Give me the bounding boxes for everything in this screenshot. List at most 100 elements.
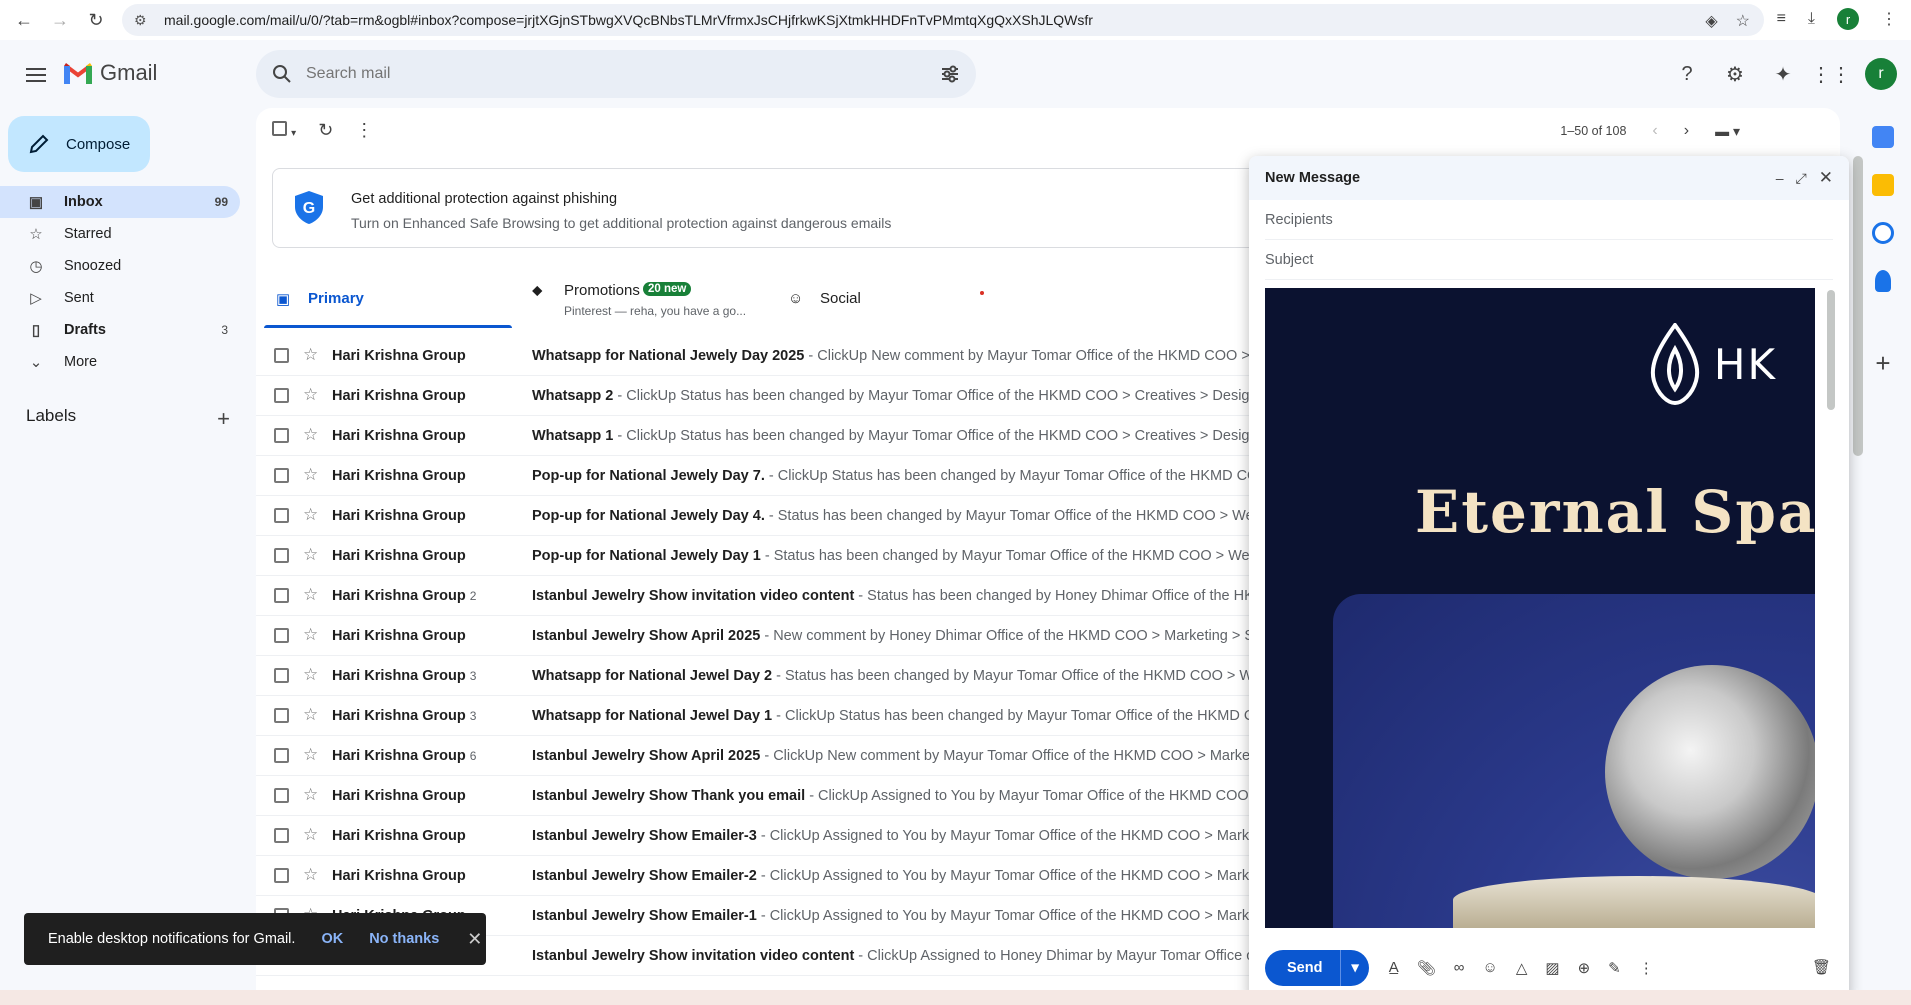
email-row[interactable]: ☆ Hari Krishna Group 2 Istanbul Jewelry Sho… xyxy=(256,576,1322,616)
star-icon[interactable]: ☆ xyxy=(303,785,318,805)
row-checkbox[interactable] xyxy=(274,508,289,523)
address-bar[interactable]: ⚙ mail.google.com/mail/u/0/?tab=rm&ogbl#… xyxy=(122,4,1764,36)
email-row[interactable]: ☆ Hari Krishna Group 6 Istanbul Jewelry Sho… xyxy=(256,736,1322,776)
reload-icon[interactable]: ↻ xyxy=(84,8,108,32)
row-checkbox[interactable] xyxy=(274,748,289,763)
compose-header[interactable]: New Message – ⤢ ✕ xyxy=(1249,156,1849,200)
confidential-lock-icon[interactable]: ⊕ xyxy=(1578,959,1591,977)
calendar-icon[interactable] xyxy=(1872,126,1894,148)
input-tools-icon[interactable]: ▬ ▾ xyxy=(1715,123,1740,140)
email-row[interactable]: ☆ Hari Krishna Group Pop-up for National J… xyxy=(256,536,1322,576)
email-row[interactable]: ☆ Hari Krishna Group Pop-up for National J… xyxy=(256,496,1322,536)
email-row[interactable]: ☆ Hari Krishna Group Istanbul Jewelry Show… xyxy=(256,616,1322,656)
email-row[interactable]: ☆ Hari Krishna Group Pop-up for National J… xyxy=(256,456,1322,496)
sidebar-item-sent[interactable]: ▷ Sent xyxy=(0,282,240,314)
row-checkbox[interactable] xyxy=(274,708,289,723)
search-input[interactable] xyxy=(306,65,886,83)
email-row[interactable]: ☆ Hari Krishna Group 3 Whatsapp for Nationa… xyxy=(256,696,1322,736)
settings-gear-icon[interactable]: ⚙ xyxy=(1721,60,1749,88)
main-scrollbar[interactable] xyxy=(1853,156,1863,456)
star-icon[interactable]: ☆ xyxy=(303,465,318,485)
fullscreen-icon[interactable]: ⤢ xyxy=(1796,170,1807,187)
gmail-logo[interactable]: Gmail xyxy=(64,60,157,86)
star-icon[interactable]: ☆ xyxy=(303,665,318,685)
tab-promotions[interactable]: ⬥ Promotions 20 new Pinterest — reha, yo… xyxy=(512,268,768,328)
add-addon-icon[interactable]: + xyxy=(1875,348,1890,379)
toast-ok-button[interactable]: OK xyxy=(321,931,343,947)
email-row[interactable]: ☆ Hari Krishna Group Istanbul Jewelry Show… xyxy=(256,776,1322,816)
more-actions-icon[interactable]: ⋮ xyxy=(355,120,373,141)
row-checkbox[interactable] xyxy=(274,628,289,643)
select-all-checkbox[interactable]: ▾ xyxy=(272,121,296,140)
star-icon[interactable]: ☆ xyxy=(303,825,318,845)
forward-icon[interactable]: → xyxy=(48,8,72,32)
sidebar-item-drafts[interactable]: ▯ Drafts 3 xyxy=(0,314,240,346)
search-options-icon[interactable] xyxy=(940,64,960,84)
row-checkbox[interactable] xyxy=(274,428,289,443)
recipients-input[interactable] xyxy=(1265,211,1833,228)
star-icon[interactable]: ☆ xyxy=(303,345,318,365)
bookmark-star-icon[interactable]: ☆ xyxy=(1736,11,1750,31)
star-icon[interactable]: ☆ xyxy=(303,505,318,525)
close-icon[interactable]: ✕ xyxy=(467,929,482,950)
compose-button[interactable]: Compose xyxy=(8,116,150,172)
star-icon[interactable]: ☆ xyxy=(303,385,318,405)
photo-icon[interactable]: ▨ xyxy=(1545,959,1559,977)
close-icon[interactable]: ✕ xyxy=(1819,168,1833,188)
next-page-icon[interactable]: › xyxy=(1684,122,1689,140)
email-row[interactable]: ☆ Hari Krishna Group Whatsapp 1 - ClickUp … xyxy=(256,416,1322,456)
sidebar-item-more[interactable]: ⌄ More xyxy=(0,346,240,378)
subject-input[interactable] xyxy=(1265,251,1833,268)
email-row[interactable]: ☆ Hari Krishna Group Whatsapp for National… xyxy=(256,336,1322,376)
sidebar-item-inbox[interactable]: ▣ Inbox 99 xyxy=(0,186,240,218)
tasks-icon[interactable] xyxy=(1872,222,1894,244)
star-icon[interactable]: ☆ xyxy=(303,865,318,885)
search-icon[interactable] xyxy=(272,64,292,84)
help-icon[interactable]: ? xyxy=(1673,60,1701,88)
password-key-icon[interactable]: ◈ xyxy=(1705,11,1717,31)
url-text[interactable]: mail.google.com/mail/u/0/?tab=rm&ogbl#in… xyxy=(164,12,1093,28)
account-avatar[interactable]: r xyxy=(1865,58,1897,90)
row-checkbox[interactable] xyxy=(274,668,289,683)
row-checkbox[interactable] xyxy=(274,388,289,403)
keep-icon[interactable] xyxy=(1872,174,1894,196)
browser-profile-avatar[interactable]: r xyxy=(1837,8,1859,30)
row-checkbox[interactable] xyxy=(274,868,289,883)
drive-icon[interactable]: △ xyxy=(1516,959,1528,977)
add-label-icon[interactable]: + xyxy=(217,406,230,432)
compose-scrollbar[interactable] xyxy=(1827,290,1835,930)
tab-search-icon[interactable]: ≡ xyxy=(1777,10,1786,28)
download-icon[interactable]: ⤓ xyxy=(1808,10,1815,28)
star-icon[interactable]: ☆ xyxy=(303,425,318,445)
prev-page-icon[interactable]: ‹ xyxy=(1652,122,1657,140)
site-info-icon[interactable]: ⚙ xyxy=(134,12,154,29)
row-checkbox[interactable] xyxy=(274,828,289,843)
tab-primary[interactable]: ▣ Primary xyxy=(256,268,512,328)
refresh-icon[interactable]: ↻ xyxy=(318,120,333,141)
main-menu-icon[interactable] xyxy=(24,64,48,88)
sidebar-item-snoozed[interactable]: ◷ Snoozed xyxy=(0,250,240,282)
row-checkbox[interactable] xyxy=(274,788,289,803)
row-checkbox[interactable] xyxy=(274,548,289,563)
email-row[interactable]: ☆ Hari Krishna Group Whatsapp 2 - ClickUp … xyxy=(256,376,1322,416)
email-row[interactable]: ☆ Hari Krishna Group Istanbul Jewelry Show… xyxy=(256,816,1322,856)
send-button[interactable]: Send ▾ xyxy=(1265,950,1369,986)
star-icon[interactable]: ☆ xyxy=(303,625,318,645)
sidebar-item-starred[interactable]: ☆ Starred xyxy=(0,218,240,250)
browser-menu-icon[interactable]: ⋮ xyxy=(1881,9,1897,29)
attach-icon[interactable]: 📎︎ xyxy=(1417,959,1436,977)
row-checkbox[interactable] xyxy=(274,588,289,603)
formatting-icon[interactable]: A̲ xyxy=(1389,959,1399,977)
more-options-icon[interactable]: ⋮ xyxy=(1639,959,1654,977)
phishing-protection-banner[interactable]: G Get additional protection against phis… xyxy=(272,168,1312,248)
row-checkbox[interactable] xyxy=(274,348,289,363)
star-icon[interactable]: ☆ xyxy=(303,705,318,725)
minimize-icon[interactable]: – xyxy=(1776,170,1784,186)
apps-grid-icon[interactable]: ⋮⋮ xyxy=(1811,60,1851,88)
signature-pen-icon[interactable]: ✎ xyxy=(1608,959,1621,977)
toast-no-thanks-button[interactable]: No thanks xyxy=(369,931,439,947)
tab-social[interactable]: ☺ Social xyxy=(768,268,1024,328)
star-icon[interactable]: ☆ xyxy=(303,545,318,565)
link-icon[interactable]: ∞ xyxy=(1454,959,1465,977)
inline-image[interactable]: HK Eternal Spark xyxy=(1265,288,1815,928)
